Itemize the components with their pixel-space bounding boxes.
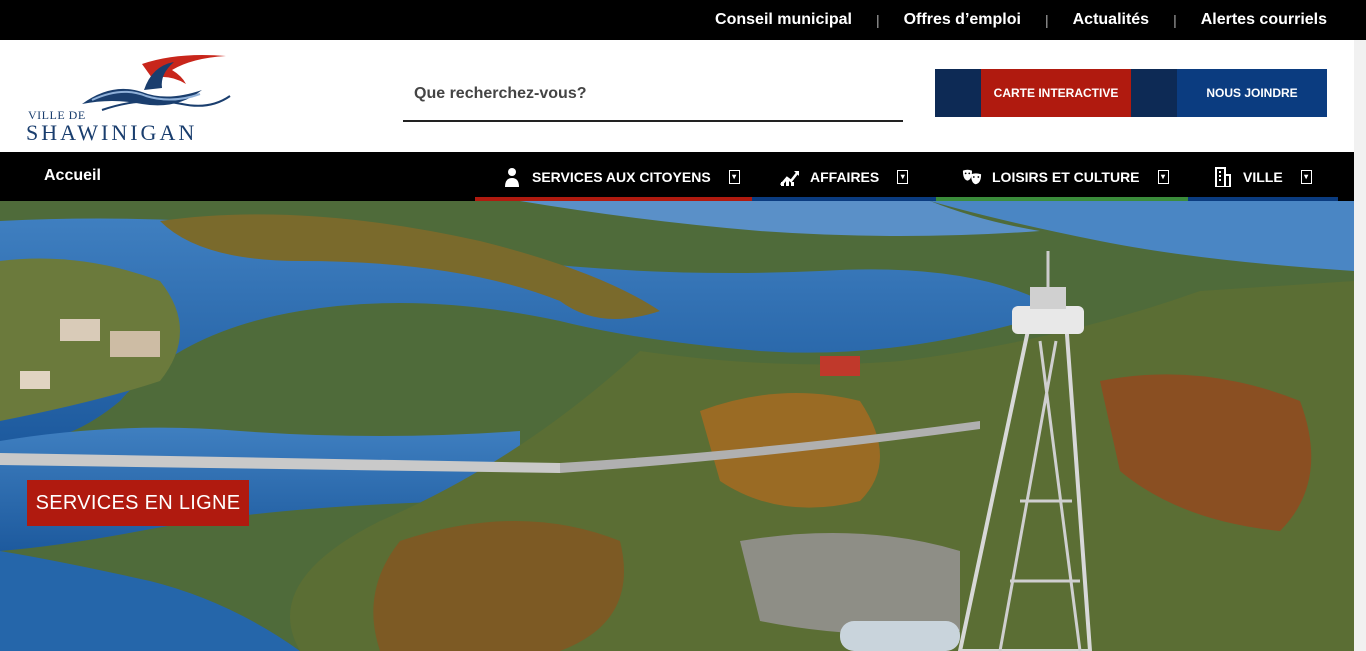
contact-button[interactable]: NOUS JOINDRE	[1177, 69, 1327, 117]
link-offres-emploi[interactable]: Offres d’emploi	[904, 11, 1021, 29]
separator: |	[1044, 12, 1049, 28]
separator: |	[875, 12, 880, 28]
nav-home[interactable]: Accueil	[44, 167, 101, 185]
chevron-down-icon: ▾	[728, 169, 740, 184]
logo-name: SHAWINIGAN	[26, 120, 198, 145]
nav-affaires[interactable]: AFFAIRES ▾	[752, 152, 936, 201]
site-logo[interactable]: VILLE DE SHAWINIGAN	[26, 52, 236, 145]
utility-bar: Conseil municipal | Offres d’emploi | Ac…	[0, 0, 1366, 40]
interactive-map-button[interactable]: CARTE INTERACTIVE	[981, 69, 1131, 117]
online-services-button[interactable]: SERVICES EN LIGNE	[27, 480, 249, 526]
nav-item-label: AFFAIRES	[810, 168, 880, 185]
nav-ville[interactable]: VILLE ▾	[1188, 152, 1338, 201]
link-conseil-municipal[interactable]: Conseil municipal	[715, 11, 852, 29]
page: Conseil municipal | Offres d’emploi | Ac…	[0, 0, 1366, 651]
chart-growth-icon	[780, 167, 800, 187]
nav-item-label: LOISIRS ET CULTURE	[992, 168, 1140, 185]
hero-banner: SERVICES EN LIGNE	[0, 201, 1354, 651]
logo-waves-icon	[82, 55, 231, 111]
chevron-down-icon: ▾	[1157, 169, 1169, 184]
chevron-down-icon: ▾	[897, 169, 909, 184]
building-icon	[1213, 166, 1233, 187]
search-box	[403, 70, 903, 122]
header-buttons: CARTE INTERACTIVE NOUS JOINDRE	[935, 69, 1327, 117]
separator: |	[1173, 12, 1177, 28]
theater-masks-icon	[962, 167, 982, 187]
nav-item-label: VILLE	[1243, 168, 1283, 185]
nav-loisirs-culture[interactable]: LOISIRS ET CULTURE ▾	[936, 152, 1188, 201]
link-alertes-courriels[interactable]: Alertes courriels	[1201, 11, 1327, 29]
chevron-down-icon: ▾	[1300, 169, 1312, 184]
person-icon	[502, 167, 522, 187]
nav-item-label: SERVICES AUX CITOYENS	[532, 168, 711, 185]
search-input[interactable]	[403, 70, 903, 118]
main-nav: Accueil SERVICES AUX CITOYENS ▾ AFFAIRES…	[0, 152, 1354, 201]
link-actualites[interactable]: Actualités	[1073, 11, 1149, 29]
scrollbar[interactable]	[1354, 40, 1366, 651]
hero-aerial-image	[0, 201, 1354, 651]
site-header: VILLE DE SHAWINIGAN CARTE INTERACTIVE NO…	[0, 40, 1354, 152]
nav-services-citoyens[interactable]: SERVICES AUX CITOYENS ▾	[475, 152, 752, 201]
